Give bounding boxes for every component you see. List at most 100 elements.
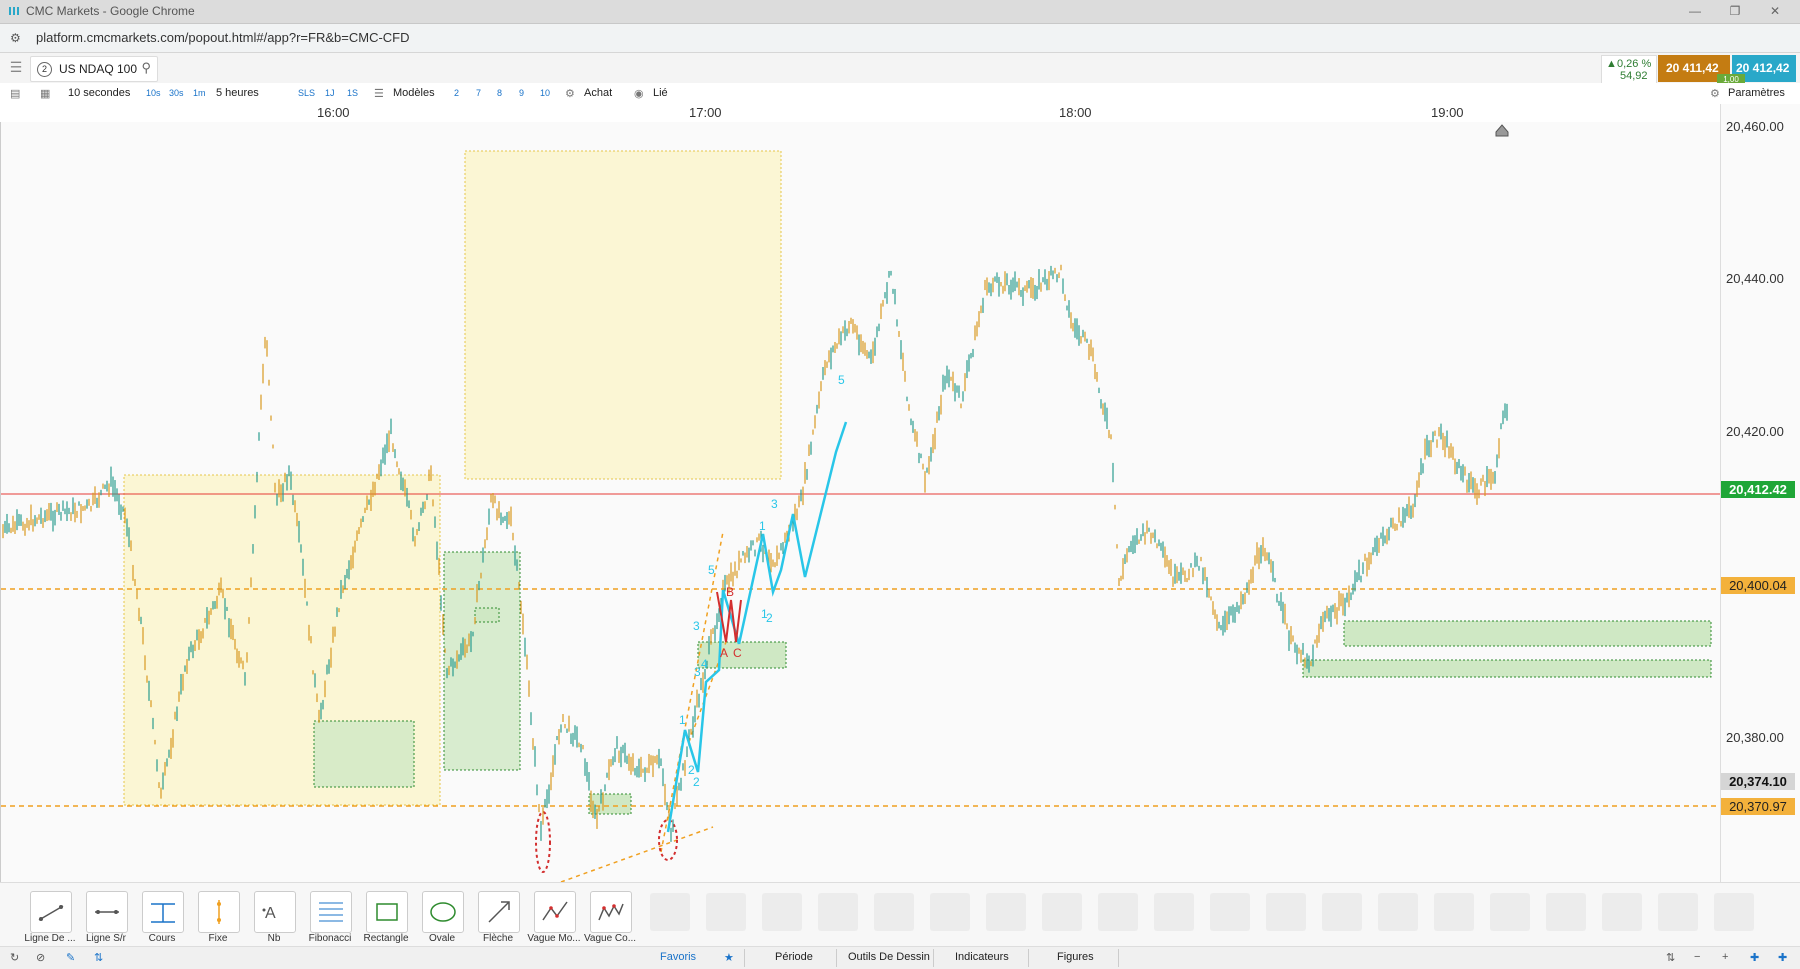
text-note-icon: A: [262, 905, 276, 922]
tab-figures[interactable]: Figures: [1057, 951, 1094, 963]
cancel-icon[interactable]: ⊘: [36, 951, 45, 964]
fit-icon[interactable]: ✚: [1778, 951, 1787, 964]
wave-label: A: [720, 646, 728, 660]
trend-line-tool[interactable]: [30, 891, 72, 933]
fibonacci-tool[interactable]: [310, 891, 352, 933]
restore-icon[interactable]: ❐: [1720, 2, 1750, 20]
tab-outils-de-dessin[interactable]: Outils De Dessin: [848, 951, 930, 963]
empty-tool-slot[interactable]: [1098, 893, 1138, 931]
gear-icon[interactable]: ⚙: [1710, 87, 1720, 100]
wave-label: 5: [708, 563, 715, 577]
crosshair-icon[interactable]: ✚: [1750, 951, 1759, 964]
close-icon[interactable]: ✕: [1760, 2, 1790, 20]
instrument-tab[interactable]: 2 US NDAQ 100 ⚲: [30, 56, 158, 82]
zone-rectangle[interactable]: [313, 720, 415, 788]
zone-rectangle[interactable]: [443, 551, 521, 771]
empty-tool-slot[interactable]: [1210, 893, 1250, 931]
pencil-icon[interactable]: ✎: [66, 951, 75, 964]
zone-rectangle[interactable]: [1302, 659, 1712, 678]
wave-tool[interactable]: [534, 891, 576, 933]
zone-rectangle[interactable]: [697, 641, 787, 669]
range-1j-button[interactable]: 1J: [325, 88, 335, 98]
tab-periode[interactable]: Période: [775, 951, 813, 963]
settings-button[interactable]: Paramètres: [1728, 87, 1785, 99]
browser-title-bar: CMC Markets - Google Chrome — ❐ ✕: [0, 0, 1800, 24]
wave-label: 2: [693, 775, 700, 789]
vertical-line-tool[interactable]: [198, 891, 240, 933]
range-sls-button[interactable]: SLS: [298, 88, 315, 98]
tab-indicateurs[interactable]: Indicateurs: [955, 951, 1009, 963]
empty-tool-slot[interactable]: [706, 893, 746, 931]
channel-line[interactable]: [560, 826, 714, 883]
refresh-icon[interactable]: ↻: [10, 951, 19, 964]
templates-icon[interactable]: ☰: [374, 87, 384, 100]
zone-rectangle[interactable]: [1343, 620, 1712, 647]
empty-tool-slot[interactable]: [650, 893, 690, 931]
search-icon[interactable]: ⚲: [141, 60, 151, 76]
layout-9-button[interactable]: 9: [519, 88, 524, 98]
rectangle-tool[interactable]: [366, 891, 408, 933]
wave-icon: [542, 901, 568, 921]
layout-8-button[interactable]: 8: [497, 88, 502, 98]
layout-7-button[interactable]: 7: [476, 88, 481, 98]
linked-button[interactable]: Lié: [653, 87, 668, 99]
list-icon[interactable]: ▤: [10, 87, 20, 100]
zone-rectangle[interactable]: [464, 150, 782, 480]
zone-rectangle[interactable]: [474, 607, 500, 623]
buy-icon[interactable]: ⚙: [565, 87, 575, 100]
tool-label: Ligne S/r: [85, 933, 127, 944]
minimize-icon[interactable]: —: [1680, 2, 1710, 20]
templates-button[interactable]: Modèles: [393, 87, 435, 99]
wave-correction-tool[interactable]: [590, 891, 632, 933]
empty-tool-slot[interactable]: [986, 893, 1026, 931]
empty-tool-slot[interactable]: [1378, 893, 1418, 931]
empty-tool-slot[interactable]: [930, 893, 970, 931]
channel-line[interactable]: [660, 531, 724, 853]
alert-bell-icon[interactable]: [1495, 124, 1509, 137]
empty-tool-slot[interactable]: [1658, 893, 1698, 931]
wave-label: C: [733, 646, 742, 660]
range-1s-button[interactable]: 1S: [347, 88, 358, 98]
arrow-tool[interactable]: [478, 891, 520, 933]
chart-toolbar: ▤ ▦ 10 secondes 10s 30s 1m 5 heures SLS …: [0, 83, 1800, 105]
menu-icon[interactable]: ☰: [6, 59, 26, 77]
address-bar[interactable]: ⚙ platform.cmcmarkets.com/popout.html#/a…: [0, 24, 1800, 53]
empty-tool-slot[interactable]: [1154, 893, 1194, 931]
interval-10s-button[interactable]: 10s: [146, 88, 161, 98]
empty-tool-slot[interactable]: [818, 893, 858, 931]
price-line-tool[interactable]: [142, 891, 184, 933]
interval-select[interactable]: 10 secondes: [68, 87, 130, 99]
zoom-in-icon[interactable]: +: [1722, 951, 1728, 963]
chart-plot-area[interactable]: 1 2 3 4 5 1 2 3 3 2 1 5 B A C: [0, 122, 1721, 883]
interval-1m-button[interactable]: 1m: [193, 88, 206, 98]
text-note-tool[interactable]: A: [254, 891, 296, 933]
empty-tool-slot[interactable]: [1490, 893, 1530, 931]
scale-icon[interactable]: ⇅: [1666, 951, 1675, 964]
empty-tool-slot[interactable]: [1266, 893, 1306, 931]
empty-tool-slot[interactable]: [1322, 893, 1362, 931]
eye-icon[interactable]: ◉: [634, 87, 644, 100]
empty-tool-slot[interactable]: [874, 893, 914, 931]
layout-icon[interactable]: ▦: [40, 87, 50, 100]
star-icon[interactable]: ★: [724, 951, 734, 964]
layout-2-button[interactable]: 2: [454, 88, 459, 98]
swap-icon[interactable]: ⇅: [94, 951, 103, 964]
horizontal-line-tool[interactable]: [86, 891, 128, 933]
url-text[interactable]: platform.cmcmarkets.com/popout.html#/app…: [36, 30, 410, 45]
price-chart[interactable]: 1 2 3 4 5 1 2 3 3 2 1 5 B A C: [1, 122, 1721, 883]
empty-tool-slot[interactable]: [1042, 893, 1082, 931]
ellipse-tool[interactable]: [422, 891, 464, 933]
empty-tool-slot[interactable]: [1546, 893, 1586, 931]
empty-tool-slot[interactable]: [1434, 893, 1474, 931]
empty-tool-slot[interactable]: [762, 893, 802, 931]
tool-label: Fixe: [208, 933, 228, 944]
buy-link[interactable]: Achat: [584, 87, 612, 99]
layout-10-button[interactable]: 10: [540, 88, 550, 98]
zoom-out-icon[interactable]: −: [1694, 951, 1700, 963]
range-select[interactable]: 5 heures: [216, 87, 259, 99]
empty-tool-slot[interactable]: [1602, 893, 1642, 931]
interval-30s-button[interactable]: 30s: [169, 88, 184, 98]
tab-favoris[interactable]: Favoris: [660, 951, 696, 963]
empty-tool-slot[interactable]: [1714, 893, 1754, 931]
site-settings-icon[interactable]: ⚙: [10, 31, 21, 45]
